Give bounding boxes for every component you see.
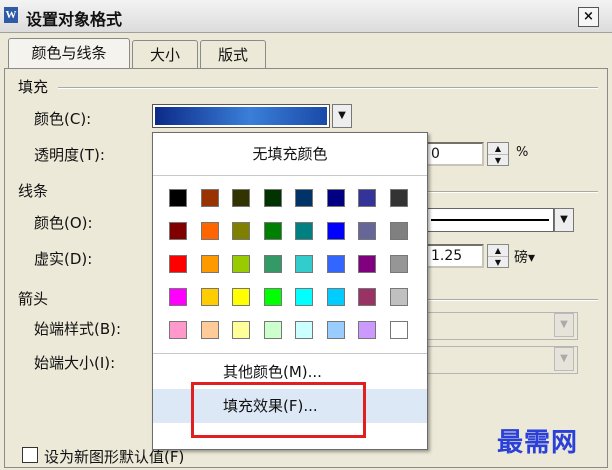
highlight-box bbox=[191, 382, 366, 438]
color-swatch[interactable] bbox=[389, 222, 408, 240]
color-swatch[interactable] bbox=[169, 321, 187, 339]
color-swatch[interactable] bbox=[232, 288, 250, 306]
color-swatch[interactable] bbox=[295, 222, 313, 240]
transparency-input[interactable]: 0 bbox=[426, 142, 484, 166]
color-swatch[interactable] bbox=[232, 321, 250, 339]
watermark: 最需网 bbox=[497, 428, 579, 458]
color-swatch[interactable] bbox=[200, 189, 219, 207]
fill-color-dropdown-arrow[interactable]: ▼ bbox=[332, 104, 352, 128]
color-swatch[interactable] bbox=[358, 189, 376, 207]
line-weight-unit[interactable]: 磅▾ bbox=[514, 247, 535, 267]
color-swatch[interactable] bbox=[295, 255, 313, 273]
color-swatch[interactable] bbox=[389, 255, 408, 273]
transparency-spinner[interactable]: ▲ ▼ bbox=[487, 142, 509, 166]
color-swatch[interactable] bbox=[326, 288, 345, 306]
app-icon: W bbox=[4, 7, 18, 23]
tab-size[interactable]: 大小 bbox=[132, 40, 198, 69]
color-swatch[interactable] bbox=[358, 255, 376, 273]
color-swatch[interactable] bbox=[263, 255, 282, 273]
start-size-dropdown-arrow[interactable]: ▼ bbox=[554, 347, 574, 371]
color-swatch[interactable] bbox=[326, 189, 345, 207]
close-button[interactable]: × bbox=[578, 7, 599, 27]
tab-layout[interactable]: 版式 bbox=[200, 40, 266, 69]
line-weight-input[interactable]: 1.25 bbox=[426, 244, 484, 268]
transparency-label: 透明度(T): bbox=[34, 146, 105, 164]
color-swatch[interactable] bbox=[232, 189, 250, 207]
arrows-divider bbox=[426, 299, 598, 301]
line-divider bbox=[426, 191, 598, 193]
color-swatch[interactable] bbox=[358, 288, 376, 306]
popup-separator bbox=[153, 353, 427, 354]
color-swatch[interactable] bbox=[200, 288, 219, 306]
color-swatch[interactable] bbox=[326, 321, 345, 339]
line-weight-spinner[interactable]: ▲ ▼ bbox=[487, 244, 509, 268]
color-swatch[interactable] bbox=[358, 222, 376, 240]
title-bar: W 设置对象格式 × bbox=[0, 0, 612, 33]
color-swatch[interactable] bbox=[169, 222, 187, 240]
color-swatch[interactable] bbox=[295, 288, 313, 306]
line-section-label: 线条 bbox=[18, 182, 49, 200]
line-style-dropdown[interactable] bbox=[426, 208, 554, 232]
start-size-label: 始端大小(I): bbox=[34, 354, 116, 372]
color-swatch[interactable] bbox=[169, 288, 187, 306]
color-swatch[interactable] bbox=[358, 321, 376, 339]
line-color-label: 颜色(O): bbox=[34, 214, 93, 232]
color-swatch[interactable] bbox=[200, 321, 219, 339]
color-swatch[interactable] bbox=[263, 222, 282, 240]
line-style-dropdown-arrow[interactable]: ▼ bbox=[554, 208, 574, 232]
color-swatch[interactable] bbox=[232, 255, 250, 273]
fill-color-preview bbox=[155, 107, 327, 125]
tab-color-and-lines[interactable]: 颜色与线条 bbox=[8, 38, 130, 69]
arrows-section-label: 箭头 bbox=[18, 290, 49, 308]
start-style-dropdown-arrow[interactable]: ▼ bbox=[554, 313, 574, 337]
color-swatch[interactable] bbox=[295, 189, 313, 207]
color-swatch[interactable] bbox=[263, 321, 282, 339]
dash-label: 虚实(D): bbox=[34, 250, 93, 268]
color-swatch[interactable] bbox=[389, 321, 408, 339]
fill-color-dropdown[interactable] bbox=[152, 104, 330, 128]
start-style-label: 始端样式(B): bbox=[34, 320, 122, 338]
color-swatch[interactable] bbox=[263, 288, 282, 306]
color-swatch[interactable] bbox=[263, 189, 282, 207]
color-swatch[interactable] bbox=[232, 222, 250, 240]
color-swatch[interactable] bbox=[295, 321, 313, 339]
color-swatch[interactable] bbox=[200, 222, 219, 240]
color-swatch[interactable] bbox=[326, 222, 345, 240]
color-swatch[interactable] bbox=[200, 255, 219, 273]
line-style-preview bbox=[431, 219, 549, 221]
color-swatch[interactable] bbox=[169, 255, 187, 273]
color-swatch[interactable] bbox=[389, 288, 408, 306]
fill-divider bbox=[58, 87, 598, 89]
color-swatch[interactable] bbox=[169, 189, 187, 207]
fill-section-label: 填充 bbox=[18, 78, 49, 96]
transparency-unit: % bbox=[516, 145, 529, 160]
color-swatch[interactable] bbox=[389, 189, 408, 207]
color-swatch[interactable] bbox=[326, 255, 345, 273]
no-fill-option[interactable]: 无填充颜色 bbox=[153, 133, 427, 176]
fill-color-label: 颜色(C): bbox=[34, 110, 92, 128]
default-checkbox[interactable] bbox=[22, 447, 38, 463]
window-title: 设置对象格式 bbox=[26, 10, 123, 29]
